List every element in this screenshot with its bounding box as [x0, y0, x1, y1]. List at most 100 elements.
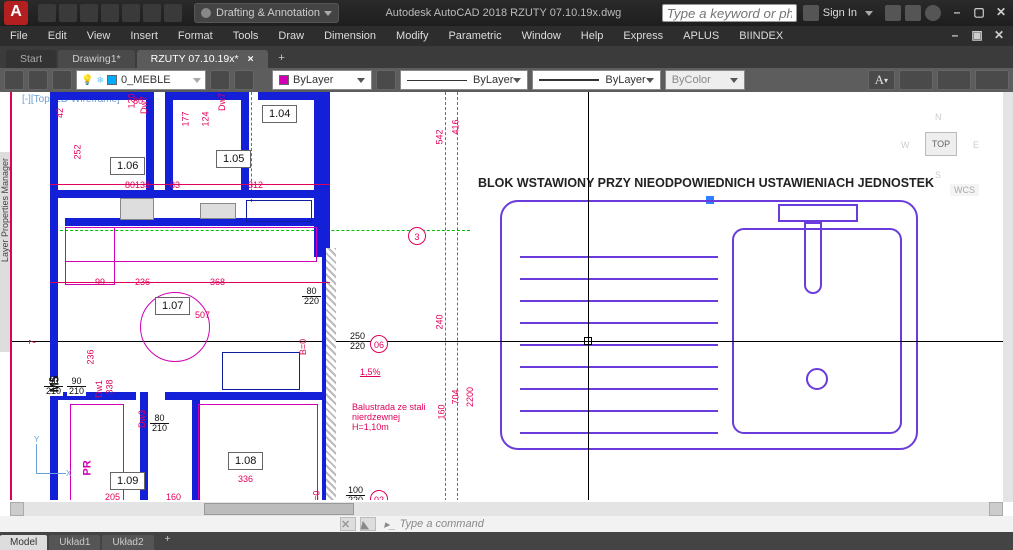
dimension-stacked: 80210	[150, 414, 169, 433]
menu-insert[interactable]: Insert	[120, 30, 168, 42]
dimension-text: 336	[238, 474, 253, 484]
minimize-button[interactable]: –	[949, 6, 965, 20]
menu-dimension[interactable]: Dimension	[314, 30, 386, 42]
close-icon[interactable]: ×	[248, 53, 254, 65]
color-dropdown[interactable]: ByLayer	[272, 70, 372, 90]
menu-express[interactable]: Express	[613, 30, 673, 42]
room-label: 1.08	[228, 452, 263, 470]
qat-new-icon[interactable]	[38, 4, 56, 22]
scrollbar-vertical[interactable]	[1003, 92, 1013, 502]
layer-state-icon[interactable]	[28, 70, 48, 90]
menu-format[interactable]: Format	[168, 30, 223, 42]
layer-dropdown[interactable]: 💡 ❄ 0_MEBLE	[76, 70, 206, 90]
maximize-button[interactable]: ▢	[971, 6, 987, 20]
wcs-label[interactable]: WCS	[950, 184, 979, 196]
scroll-left-icon[interactable]	[10, 502, 24, 516]
dimension-text: 205	[105, 492, 120, 500]
menu-draw[interactable]: Draw	[268, 30, 314, 42]
ucs-icon[interactable]: X Y	[36, 434, 76, 474]
menu-help[interactable]: Help	[571, 30, 614, 42]
signin-icon	[803, 5, 819, 21]
cmd-close-icon[interactable]: ✕	[340, 517, 356, 531]
doctab-label: RZUTY 07.10.19x*	[151, 53, 239, 65]
scroll-thumb[interactable]	[204, 503, 354, 515]
signin-button[interactable]: Sign In	[823, 7, 857, 19]
layer-iso-icon[interactable]	[234, 70, 254, 90]
dimension-text: 542	[435, 129, 445, 144]
sink-block[interactable]	[500, 200, 918, 450]
qat-saveas-icon[interactable]	[101, 4, 119, 22]
layout-tab-uklad1[interactable]: Układ1	[49, 535, 100, 550]
doc-minimize-button[interactable]: –	[947, 29, 963, 43]
drawing-viewport[interactable]: [-][Top][2D Wireframe] N W E S TOP WCS B…	[10, 92, 1003, 500]
viewcube[interactable]: TOP	[925, 132, 957, 156]
app-logo[interactable]: A	[4, 1, 28, 25]
new-layout-button[interactable]: +	[160, 534, 176, 550]
search-input[interactable]	[662, 4, 797, 22]
layer-freeze-icon[interactable]	[52, 70, 72, 90]
menu-tools[interactable]: Tools	[223, 30, 269, 42]
room-label: 1.05	[216, 150, 251, 168]
menu-aplus[interactable]: APLUS	[673, 30, 729, 42]
dimension-text: 133	[135, 180, 150, 190]
chevron-down-icon	[730, 78, 738, 83]
qat-undo-icon[interactable]	[143, 4, 161, 22]
compass-n: N	[935, 112, 942, 122]
dimension-stacked: 100220	[346, 486, 365, 500]
menu-window[interactable]: Window	[512, 30, 571, 42]
dimension-stacked: 250220	[348, 332, 367, 351]
close-button[interactable]: ✕	[993, 6, 1009, 20]
tablestyle-icon[interactable]	[937, 70, 971, 90]
dimension-text: 704	[451, 389, 461, 404]
lineweight-value: ByLayer	[605, 74, 645, 86]
menu-modify[interactable]: Modify	[386, 30, 438, 42]
cmd-recent-icon[interactable]: ◣	[360, 517, 376, 531]
doc-close-button[interactable]: ✕	[991, 29, 1007, 43]
menu-file[interactable]: File	[0, 30, 38, 42]
chevron-down-icon	[646, 78, 654, 83]
doctab-start[interactable]: Start	[6, 50, 56, 68]
scroll-right-icon[interactable]	[989, 502, 1003, 516]
scrollbar-horizontal[interactable]	[10, 502, 1003, 516]
pr-label: PR	[82, 460, 94, 475]
qat-save-icon[interactable]	[80, 4, 98, 22]
linetype-dropdown[interactable]: ByLayer	[400, 70, 528, 90]
dimension-text: 42	[55, 108, 65, 118]
doctab-drawing1[interactable]: Drawing1*	[58, 50, 134, 68]
workspace-switcher[interactable]: Drafting & Annotation	[194, 3, 339, 23]
layer-match-icon[interactable]	[210, 70, 230, 90]
dimension-text: 312	[248, 180, 263, 190]
stayconnected-icon[interactable]	[905, 5, 921, 21]
plotstyle-dropdown[interactable]: ByColor	[665, 70, 745, 90]
doctab-rzuty[interactable]: RZUTY 07.10.19x* ×	[137, 50, 268, 68]
qat-redo-icon[interactable]	[164, 4, 182, 22]
doc-restore-button[interactable]: ▣	[969, 29, 985, 43]
chevron-down-icon	[193, 78, 201, 83]
lineweight-dropdown[interactable]: ByLayer	[532, 70, 660, 90]
layer-prev-icon[interactable]	[4, 70, 24, 90]
mleaderstyle-icon[interactable]	[975, 70, 1009, 90]
dimstyle-icon[interactable]	[899, 70, 933, 90]
menu-biindex[interactable]: BIINDEX	[729, 30, 793, 42]
room-label: 1.07	[155, 297, 190, 315]
textstyle-btn[interactable]: A▾	[868, 70, 895, 90]
dimension-text: 416	[451, 119, 461, 134]
menu-view[interactable]: View	[77, 30, 121, 42]
help-icon[interactable]	[925, 5, 941, 21]
layout-tab-uklad2[interactable]: Układ2	[102, 535, 153, 550]
balustrade-note: Balustrada ze stali nierdzewnej H=1,10m	[352, 402, 436, 432]
color-btn-icon[interactable]	[376, 70, 396, 90]
plotstyle-value: ByColor	[672, 74, 711, 86]
exchange-icon[interactable]	[885, 5, 901, 21]
new-tab-button[interactable]: +	[274, 52, 290, 68]
menu-edit[interactable]: Edit	[38, 30, 77, 42]
layer-props-panel-tab[interactable]: Layer Properties Manager	[0, 152, 10, 352]
dimension-stacked: 80220	[302, 287, 321, 306]
qat-open-icon[interactable]	[59, 4, 77, 22]
menu-parametric[interactable]: Parametric	[438, 30, 511, 42]
command-input[interactable]: Type a command	[400, 518, 484, 530]
dimension-text: 240	[435, 314, 445, 329]
qat-plot-icon[interactable]	[122, 4, 140, 22]
dimension-text: 368	[210, 277, 225, 287]
layout-tab-model[interactable]: Model	[0, 535, 47, 550]
